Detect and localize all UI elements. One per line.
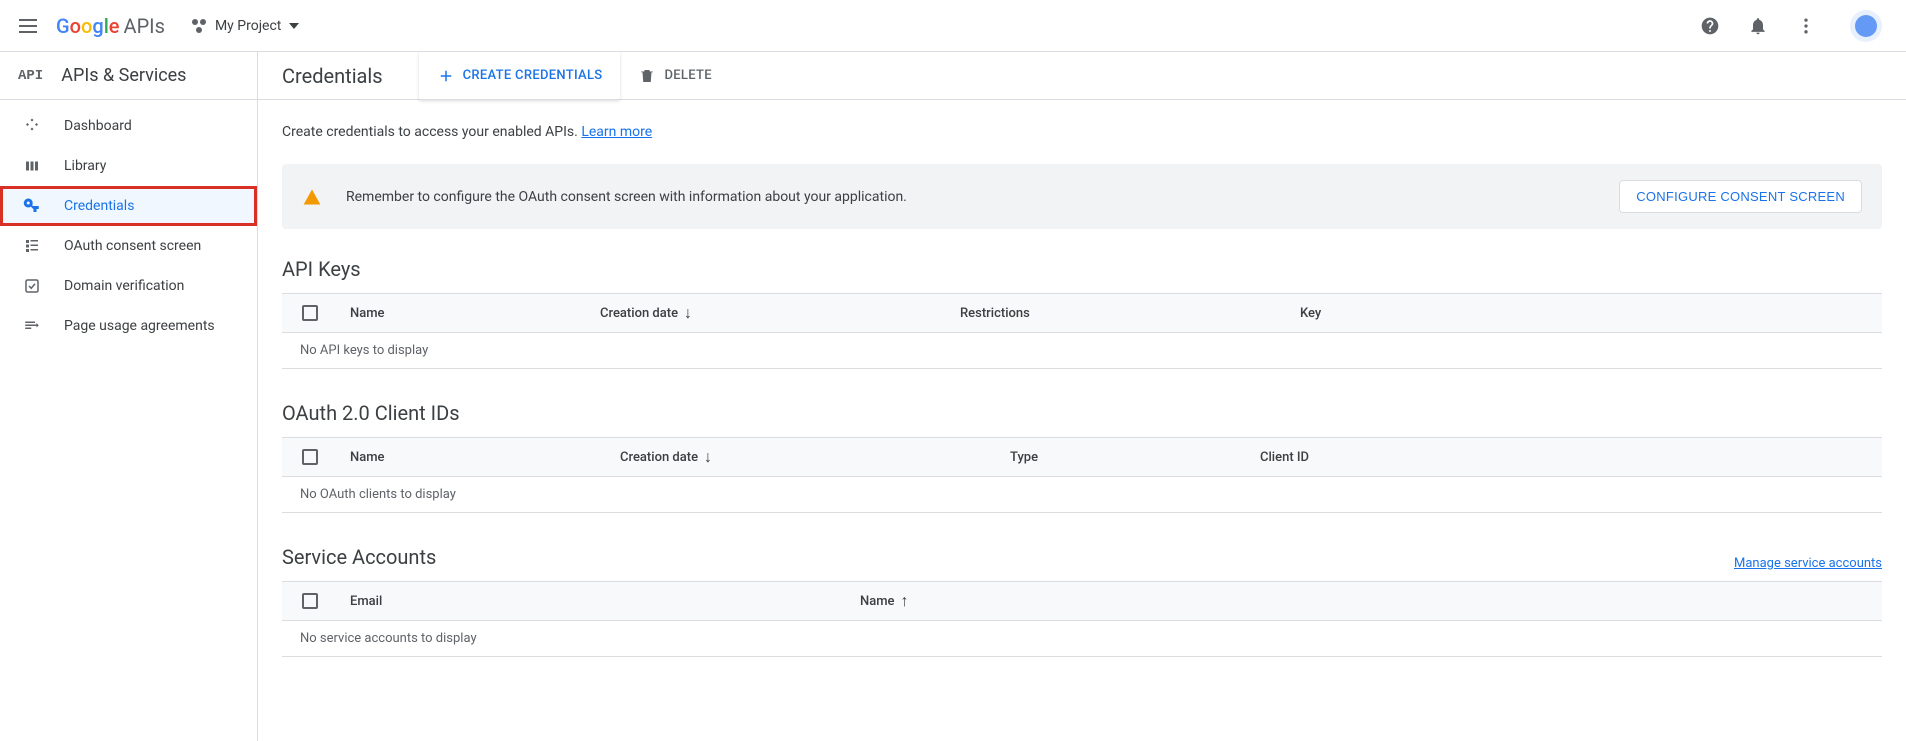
topbar: Google APIs My Project [0,0,1906,52]
delete-button[interactable]: DELETE [620,52,729,100]
sidebar-item-oauth-consent[interactable]: OAuth consent screen [0,226,257,266]
page-title: Credentials [258,64,407,88]
main: Credentials CREATE CREDENTIALS DELETE Cr… [258,52,1906,741]
project-name: My Project [215,18,281,34]
trash-icon [638,67,656,85]
sort-arrow-icon: ↓ [704,447,712,467]
create-credentials-button[interactable]: CREATE CREDENTIALS [419,52,621,100]
col-restrictions[interactable]: Restrictions [960,306,1300,321]
section-title: APIs & Services [61,65,186,86]
consent-alert: Remember to configure the OAuth consent … [282,164,1882,229]
oauth-header: Name Creation date ↓ Type Client ID [282,437,1882,477]
service-empty: No service accounts to display [282,621,1882,657]
oauth-empty: No OAuth clients to display [282,477,1882,513]
col-creation[interactable]: Creation date ↓ [620,447,1010,467]
warning-icon [302,187,322,207]
manage-service-accounts-link[interactable]: Manage service accounts [1734,556,1882,571]
sort-arrow-icon: ↓ [684,303,692,323]
sidebar-item-label: Dashboard [64,118,132,134]
col-name[interactable]: Name ↑ [860,591,909,611]
service-header: Email Name ↑ [282,581,1882,621]
sidebar-item-label: Page usage agreements [64,318,215,334]
api-badge-icon: API [18,68,43,84]
domain-icon [22,276,42,296]
learn-more-link[interactable]: Learn more [581,124,652,140]
help-icon[interactable] [1698,14,1722,38]
nav: Dashboard Library Credentials OAuth cons… [0,100,257,346]
section-header: API APIs & Services [0,52,257,100]
select-all-checkbox[interactable] [302,593,318,609]
project-icon [191,18,207,34]
configure-consent-button[interactable]: CONFIGURE CONSENT SCREEN [1619,180,1862,213]
create-label: CREATE CREDENTIALS [463,68,603,83]
sort-arrow-icon: ↑ [901,591,909,611]
notifications-icon[interactable] [1746,14,1770,38]
col-clientid[interactable]: Client ID [1260,450,1309,465]
api-keys-empty: No API keys to display [282,333,1882,369]
avatar[interactable] [1850,10,1882,42]
top-icons [1698,10,1882,42]
alert-message: Remember to configure the OAuth consent … [346,189,1595,205]
select-all-checkbox[interactable] [302,305,318,321]
oauth-section: OAuth 2.0 Client IDs Name Creation date … [282,401,1882,513]
sidebar-item-label: Library [64,158,106,174]
sidebar-item-dashboard[interactable]: Dashboard [0,106,257,146]
service-section: Service Accounts Manage service accounts… [282,545,1882,657]
col-creation[interactable]: Creation date ↓ [600,303,960,323]
col-key[interactable]: Key [1300,306,1321,321]
sidebar-item-page-usage[interactable]: Page usage agreements [0,306,257,346]
plus-icon [437,67,455,85]
library-icon [22,156,42,176]
col-type[interactable]: Type [1010,450,1260,465]
sidebar: API APIs & Services Dashboard Library [0,52,258,741]
more-icon[interactable] [1794,14,1818,38]
sidebar-item-domain[interactable]: Domain verification [0,266,257,306]
oauth-title: OAuth 2.0 Client IDs [282,401,1882,425]
col-name[interactable]: Name [350,450,620,465]
sidebar-item-credentials[interactable]: Credentials [0,186,257,226]
sidebar-item-label: OAuth consent screen [64,238,201,254]
sidebar-item-label: Domain verification [64,278,184,294]
sidebar-item-label: Credentials [64,198,134,214]
dashboard-icon [22,116,42,136]
select-all-checkbox[interactable] [302,449,318,465]
api-keys-title: API Keys [282,257,1882,281]
logo[interactable]: Google APIs [56,14,165,38]
delete-label: DELETE [664,68,711,83]
col-email[interactable]: Email [350,594,860,609]
chevron-down-icon [289,23,299,29]
col-name[interactable]: Name [350,306,600,321]
sidebar-item-library[interactable]: Library [0,146,257,186]
intro-text: Create credentials to access your enable… [282,124,1882,140]
project-picker[interactable]: My Project [183,14,307,38]
service-title: Service Accounts [282,545,436,569]
consent-icon [22,236,42,256]
page-header: Credentials CREATE CREDENTIALS DELETE [258,52,1906,100]
api-keys-header: Name Creation date ↓ Restrictions Key [282,293,1882,333]
agreements-icon [22,316,42,336]
api-keys-section: API Keys Name Creation date ↓ Restrictio… [282,257,1882,369]
menu-icon[interactable] [16,14,40,38]
logo-suffix: APIs [124,14,165,38]
key-icon [22,196,42,216]
